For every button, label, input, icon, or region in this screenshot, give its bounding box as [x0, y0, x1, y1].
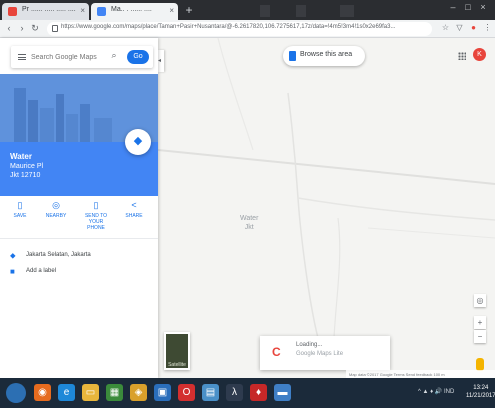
info-address-text: Jakarta Selatan, Jakarta [26, 252, 91, 258]
browser-tab-1[interactable]: Pr ...... ..... ..... .... × [2, 3, 89, 20]
back-arrow-icon[interactable]: ‹ [4, 23, 14, 35]
zoom-in-button[interactable]: + [474, 316, 486, 329]
tab-favicon-icon [97, 7, 106, 16]
zoom-out-icon: − [477, 332, 483, 341]
directions-fab[interactable]: ◆ [125, 129, 151, 155]
send-to-phone-button[interactable]: ▯ SEND TO YOUR PHONE [80, 200, 112, 234]
save-label: SAVE [13, 213, 27, 219]
internet-explorer-icon[interactable]: e [58, 384, 75, 401]
windows-taskbar: ◉ e ▭ ▦ ◈ ▣ O ▤ λ ♦ ▬ ^ ▲ ♦ 🔊 IND 13:24 … [0, 378, 495, 408]
satellite-toggle[interactable]: Satellite [164, 332, 190, 370]
opera-icon[interactable]: O [178, 384, 195, 401]
clock-time: 13:24 [473, 385, 489, 391]
close-window-icon[interactable]: × [476, 2, 490, 16]
taskbar-app-icon[interactable]: λ [226, 384, 243, 401]
url-text: https://www.google.com/maps/place/Taman+… [61, 24, 396, 30]
save-button[interactable]: ▯ SAVE [4, 200, 36, 234]
directions-label: Directions [127, 272, 154, 278]
my-location-button[interactable]: ◎ [474, 294, 486, 307]
phone-icon: ▯ [93, 200, 99, 210]
taskbar-app-icon[interactable]: ◉ [34, 384, 51, 401]
map-canvas[interactable]: Water Jkt ◂ Browse this area K Satellite… [158, 38, 495, 378]
loading-subtitle: Google Maps Lite [296, 351, 344, 357]
tab-favicon-icon [8, 7, 17, 16]
my-location-icon: ◎ [476, 296, 484, 305]
reload-icon[interactable]: ↻ [30, 23, 40, 35]
taskbar-app-icon[interactable]: ▤ [202, 384, 219, 401]
tab-title: Pr ...... ..... ..... .... [22, 6, 76, 13]
taskbar-clock[interactable]: 13:24 11/21/2017 [466, 384, 495, 400]
place-address-line1: Maurice Pl [10, 163, 44, 170]
tab-bar-block [296, 5, 306, 17]
nearby-label: NEARBY [45, 213, 67, 219]
label-icon: ■ [10, 267, 15, 276]
send-to-phone-label: SEND TO YOUR PHONE [84, 213, 108, 231]
place-address-line2: Jkt 12710 [10, 172, 41, 179]
zoom-out-button[interactable]: − [474, 330, 486, 343]
map-attribution[interactable]: Map data ©2017 Google Terms Send feedbac… [346, 370, 495, 378]
browse-area-chip[interactable]: Browse this area [283, 46, 365, 66]
chip-label: Browse this area [300, 51, 353, 58]
system-tray[interactable]: ^ ▲ ♦ 🔊 IND [418, 388, 454, 395]
divider [0, 238, 158, 239]
bookmark-icon: ▯ [17, 200, 23, 210]
loading-logo-icon: C [272, 345, 281, 359]
share-button[interactable]: < SHARE [118, 200, 150, 234]
tab-title: Ma.. . ...... .... [111, 6, 152, 13]
nearby-button[interactable]: ◎ NEARBY [40, 200, 72, 234]
directions-icon: ◆ [133, 135, 143, 147]
location-pin-icon: ⬥ [10, 251, 16, 260]
place-name: Water [10, 152, 32, 161]
directions-button[interactable]: Go [127, 50, 149, 64]
lock-icon [52, 25, 58, 32]
clock-date: 11/21/2017 [466, 393, 495, 399]
address-bar[interactable]: https://www.google.com/maps/place/Taman+… [47, 22, 432, 36]
apps-grid-icon[interactable] [458, 52, 466, 60]
taskbar-app-icon[interactable]: ♦ [250, 384, 267, 401]
nearby-icon: ◎ [52, 200, 60, 210]
extension-icon[interactable]: ▽ [454, 23, 465, 34]
bookmark-icon [289, 51, 296, 61]
info-label-text: Add a label [26, 268, 57, 274]
bookmark-star-icon[interactable]: ☆ [440, 23, 451, 34]
taskbar-app-icon[interactable]: ▬ [274, 384, 291, 401]
share-label: SHARE [125, 213, 143, 219]
browser-tab-2[interactable]: Ma.. . ...... .... × [91, 3, 178, 20]
profile-icon[interactable]: ● [468, 23, 479, 34]
taskbar-app-icon[interactable]: ▦ [106, 384, 123, 401]
new-tab-button[interactable]: + [180, 3, 198, 17]
map-roads [158, 38, 495, 339]
file-explorer-icon[interactable]: ▭ [82, 384, 99, 401]
search-icon[interactable]: ⌕ [108, 50, 120, 62]
tab-bar-block [260, 5, 270, 17]
forward-arrow-icon[interactable]: › [17, 23, 27, 35]
taskbar-app-icon[interactable]: ◈ [130, 384, 147, 401]
tab-bar-block [340, 5, 354, 17]
maximize-icon[interactable]: □ [461, 2, 475, 16]
browser-menu-icon[interactable]: ⋮ [482, 23, 493, 34]
map-place-label[interactable]: Water Jkt [240, 214, 258, 232]
loading-card: C Loading... Google Maps Lite [260, 336, 390, 370]
loading-title: Loading... [296, 342, 323, 348]
browser-toolbar: ‹ › ↻ https://www.google.com/maps/place/… [0, 20, 495, 38]
map-place-label-line1: Water [240, 215, 259, 222]
minimize-icon[interactable]: – [446, 2, 460, 16]
satellite-label: Satellite [168, 362, 186, 368]
place-actions: ▯ SAVE ◎ NEARBY ▯ SEND TO YOUR PHONE < S… [0, 198, 158, 234]
tab-close-icon[interactable]: × [80, 6, 85, 15]
map-place-label-line2: Jkt [244, 224, 254, 231]
start-button-icon[interactable] [6, 383, 26, 403]
hamburger-menu-icon[interactable] [18, 54, 26, 60]
zoom-in-icon: + [477, 318, 483, 327]
share-icon: < [131, 200, 137, 210]
place-panel: ⌕ Go Water Maurice Pl Jkt 12710 Directio… [0, 38, 158, 378]
browser-tab-bar: Pr ...... ..... ..... .... × Ma.. . ....… [0, 0, 495, 20]
search-box[interactable]: ⌕ Go [11, 46, 153, 68]
avatar[interactable]: K [473, 48, 486, 61]
collapse-panel-button[interactable]: ◂ [158, 50, 164, 72]
taskbar-app-icon[interactable]: ▣ [154, 384, 171, 401]
screen: Pr ...... ..... ..... .... × Ma.. . ....… [0, 0, 495, 408]
search-input[interactable] [31, 51, 105, 63]
tab-close-icon[interactable]: × [169, 6, 174, 15]
